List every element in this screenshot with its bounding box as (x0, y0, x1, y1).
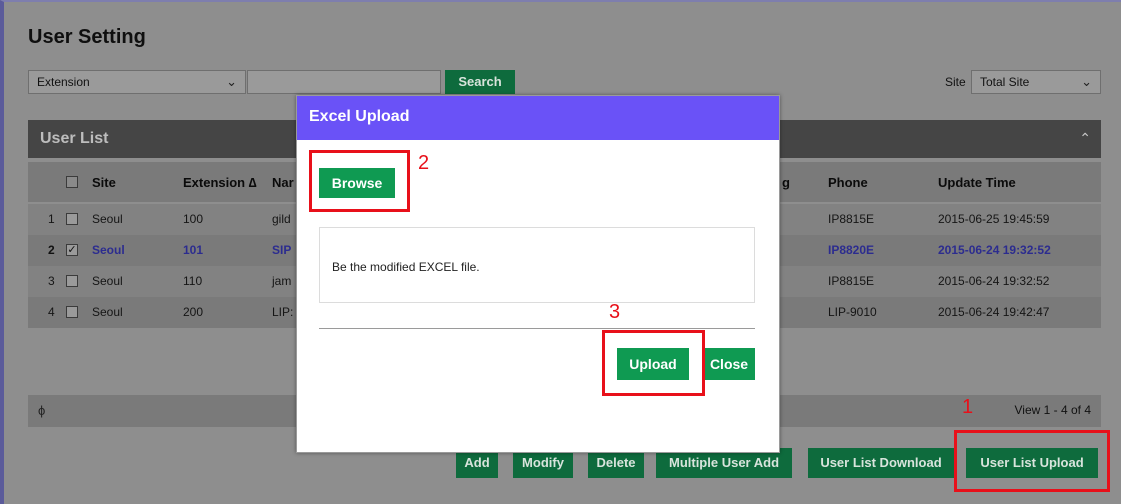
row-checkbox[interactable]: ✓ (66, 244, 78, 256)
cell-name: jam (272, 274, 292, 288)
site-label: Site (945, 75, 966, 89)
column-header-extension[interactable]: Extension ∆ (183, 175, 257, 190)
cell-site: Seoul (92, 305, 123, 319)
column-header-phone[interactable]: Phone (828, 175, 868, 190)
cell-site: Seoul (92, 212, 123, 226)
row-number: 4 (48, 305, 55, 319)
divider (319, 328, 755, 329)
column-header-site[interactable]: Site (92, 175, 116, 190)
search-field-value: Extension (37, 75, 90, 89)
dialog-title: Excel Upload (297, 96, 779, 140)
select-all-checkbox[interactable] (66, 176, 78, 188)
row-number: 1 (48, 212, 55, 226)
annotation-number-3: 3 (609, 301, 621, 323)
row-checkbox[interactable] (66, 306, 78, 318)
chevron-down-icon: ⌄ (226, 74, 237, 89)
excel-upload-dialog: Excel Upload Browse Be the modified EXCE… (296, 95, 780, 453)
site-select[interactable]: Total Site ⌄ (971, 70, 1101, 94)
pager-info: View 1 - 4 of 4 (1014, 403, 1092, 417)
message-text: Be the modified EXCEL file. (332, 260, 480, 274)
row-number: 3 (48, 274, 55, 288)
user-list-title: User List (40, 130, 109, 147)
row-checkbox[interactable] (66, 275, 78, 287)
search-button[interactable]: Search (445, 70, 515, 94)
annotation-box-2 (309, 150, 410, 212)
cell-phone: IP8815E (828, 274, 875, 288)
cell-phone: LIP-9010 (828, 305, 877, 319)
cell-name: gild (272, 212, 291, 226)
cell-name: SIP (272, 243, 292, 257)
user-list-download-button[interactable]: User List Download (808, 448, 954, 478)
annotation-number-2: 2 (418, 152, 430, 174)
search-field-select[interactable]: Extension ⌄ (28, 70, 246, 94)
message-box: Be the modified EXCEL file. (319, 227, 755, 303)
cell-extension: 100 (183, 212, 204, 226)
cell-site: Seoul (92, 243, 125, 257)
cell-update-time: 2015-06-25 19:45:59 (938, 212, 1050, 226)
annotation-box-1 (954, 430, 1110, 492)
cell-phone: IP8820E (828, 243, 875, 257)
chevron-down-icon: ⌄ (1081, 74, 1092, 89)
column-header-name[interactable]: Nar (272, 175, 294, 190)
cell-extension: 101 (183, 243, 204, 257)
close-button[interactable]: Close (703, 348, 755, 380)
cell-update-time: 2015-06-24 19:32:52 (938, 274, 1050, 288)
annotation-number-1: 1 (962, 396, 974, 418)
column-header-partial[interactable]: g (782, 175, 790, 190)
search-input[interactable] (247, 70, 441, 94)
collapse-icon[interactable]: ⌃ (1079, 130, 1091, 147)
site-select-value: Total Site (980, 75, 1030, 89)
cell-update-time: 2015-06-24 19:32:52 (938, 243, 1051, 257)
column-header-update-time[interactable]: Update Time (938, 175, 1016, 190)
cell-phone: IP8815E (828, 212, 875, 226)
cell-name: LIP: (272, 305, 294, 319)
cell-update-time: 2015-06-24 19:42:47 (938, 305, 1050, 319)
refresh-icon[interactable]: ϕ (38, 403, 45, 418)
page-title: User Setting (28, 26, 146, 48)
cell-site: Seoul (92, 274, 123, 288)
row-checkbox[interactable] (66, 213, 78, 225)
cell-extension: 200 (183, 305, 204, 319)
annotation-box-3 (602, 330, 705, 396)
row-number: 2 (48, 243, 55, 257)
cell-extension: 110 (183, 274, 203, 288)
